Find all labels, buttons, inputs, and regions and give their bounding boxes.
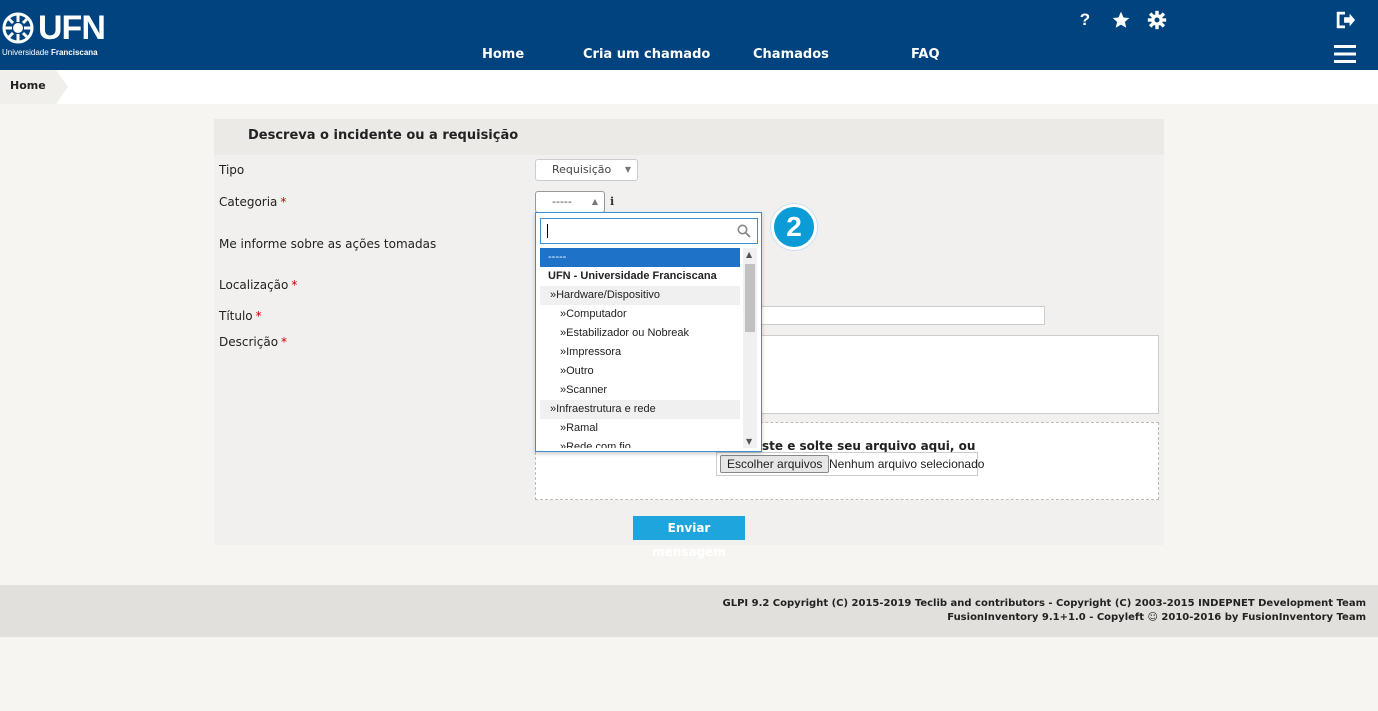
- tipo-label: Tipo: [219, 163, 245, 177]
- dropdown-option[interactable]: »Infraestrutura e rede: [540, 400, 740, 419]
- descricao-label: Descrição *: [219, 335, 287, 349]
- nav-create-ticket[interactable]: Cria um chamado: [583, 47, 710, 62]
- titulo-label-text: Título: [219, 309, 253, 323]
- file-input[interactable]: Escolher arquivos Nenhum arquivo selecio…: [716, 452, 984, 476]
- required-mark: *: [281, 335, 288, 349]
- logo-text: UFN: [38, 9, 106, 47]
- categoria-dropdown: ----- UFN - Universidade Franciscana »Hard…: [535, 212, 762, 452]
- categoria-label: Categoria *: [219, 195, 286, 209]
- localizacao-label-text: Localização: [219, 278, 289, 292]
- tipo-select[interactable]: Requisição ▼: [535, 159, 638, 181]
- chevron-up-icon: ▲: [591, 197, 598, 206]
- dropdown-option[interactable]: »Rede com fio: [540, 438, 740, 448]
- footer-copyright: GLPI 9.2 Copyright (C) 2015-2019 Teclib …: [722, 598, 1367, 609]
- footer-fusioninventory: FusionInventory 9.1+1.0 - Copyleft ☺ 201…: [947, 612, 1366, 623]
- dropdown-option[interactable]: »Impressora: [540, 343, 740, 362]
- nav-tickets[interactable]: Chamados: [753, 47, 829, 62]
- file-status: Nenhum arquivo selecionado: [829, 457, 985, 471]
- info-icon[interactable]: i: [610, 195, 614, 208]
- hamburger-menu-icon[interactable]: [1334, 44, 1356, 64]
- breadcrumb: Home: [0, 70, 1378, 104]
- dropdown-option[interactable]: UFN - Universidade Franciscana: [540, 267, 740, 286]
- submit-button[interactable]: Enviar mensagem: [633, 516, 745, 559]
- logout-icon[interactable]: [1334, 9, 1356, 31]
- scroll-down-icon[interactable]: ▼: [746, 437, 752, 446]
- question-icon[interactable]: ?: [1074, 9, 1096, 31]
- scrollbar-thumb[interactable]: [745, 264, 755, 332]
- step-badge: 2: [771, 204, 817, 250]
- scroll-up-icon[interactable]: ▲: [746, 250, 752, 259]
- required-mark: *: [291, 278, 298, 292]
- categoria-value: -----: [552, 195, 572, 208]
- required-mark: *: [280, 195, 287, 209]
- text-caret: [547, 224, 548, 238]
- dropdown-option[interactable]: »Hardware/Dispositivo: [540, 286, 740, 305]
- footer: GLPI 9.2 Copyright (C) 2015-2019 Teclib …: [0, 585, 1378, 637]
- nav-home[interactable]: Home: [482, 47, 524, 62]
- logo-emblem-icon: [2, 12, 34, 44]
- logo-sub-light: Universidade: [2, 48, 49, 57]
- star-icon[interactable]: [1110, 9, 1132, 31]
- dropdown-option[interactable]: »Scanner: [540, 381, 740, 400]
- dropdown-scrollbar[interactable]: ▲ ▼: [743, 248, 757, 448]
- titulo-label: Título *: [219, 309, 262, 323]
- required-mark: *: [255, 309, 262, 323]
- dropdown-option[interactable]: -----: [540, 248, 740, 267]
- acoes-label: Me informe sobre as ações tomadas: [219, 237, 437, 251]
- top-header: UFN Universidade Franciscana ? Home Cria…: [0, 0, 1378, 70]
- localizacao-label: Localização *: [219, 278, 297, 292]
- gear-icon[interactable]: [1146, 9, 1168, 31]
- dropdown-options: ----- UFN - Universidade Franciscana »Hard…: [540, 248, 740, 448]
- descricao-label-text: Descrição: [219, 335, 279, 349]
- chevron-down-icon: ▼: [624, 165, 631, 174]
- categoria-label-text: Categoria: [219, 195, 278, 209]
- search-icon: [737, 224, 751, 238]
- logo-sub-bold: Franciscana: [50, 48, 98, 57]
- dropzone-text: ste e solte seu arquivo aqui, ou: [762, 439, 976, 453]
- ufn-logo[interactable]: UFN Universidade Franciscana: [2, 9, 106, 60]
- dropdown-option[interactable]: »Estabilizador ou Nobreak: [540, 324, 740, 343]
- dropdown-search-input[interactable]: [540, 218, 758, 244]
- choose-files-button[interactable]: Escolher arquivos: [720, 455, 830, 473]
- dropdown-option[interactable]: »Ramal: [540, 419, 740, 438]
- nav-faq[interactable]: FAQ: [911, 47, 940, 62]
- breadcrumb-home[interactable]: Home: [0, 70, 68, 104]
- logo-subtitle: Universidade Franciscana: [2, 48, 98, 57]
- form-title: Descreva o incidente ou a requisição: [214, 119, 1164, 155]
- tipo-value: Requisição: [552, 163, 612, 176]
- dropdown-option[interactable]: »Outro: [540, 362, 740, 381]
- dropdown-option[interactable]: »Computador: [540, 305, 740, 324]
- header-icons: ?: [1074, 9, 1168, 31]
- categoria-select[interactable]: ----- ▲: [535, 191, 605, 213]
